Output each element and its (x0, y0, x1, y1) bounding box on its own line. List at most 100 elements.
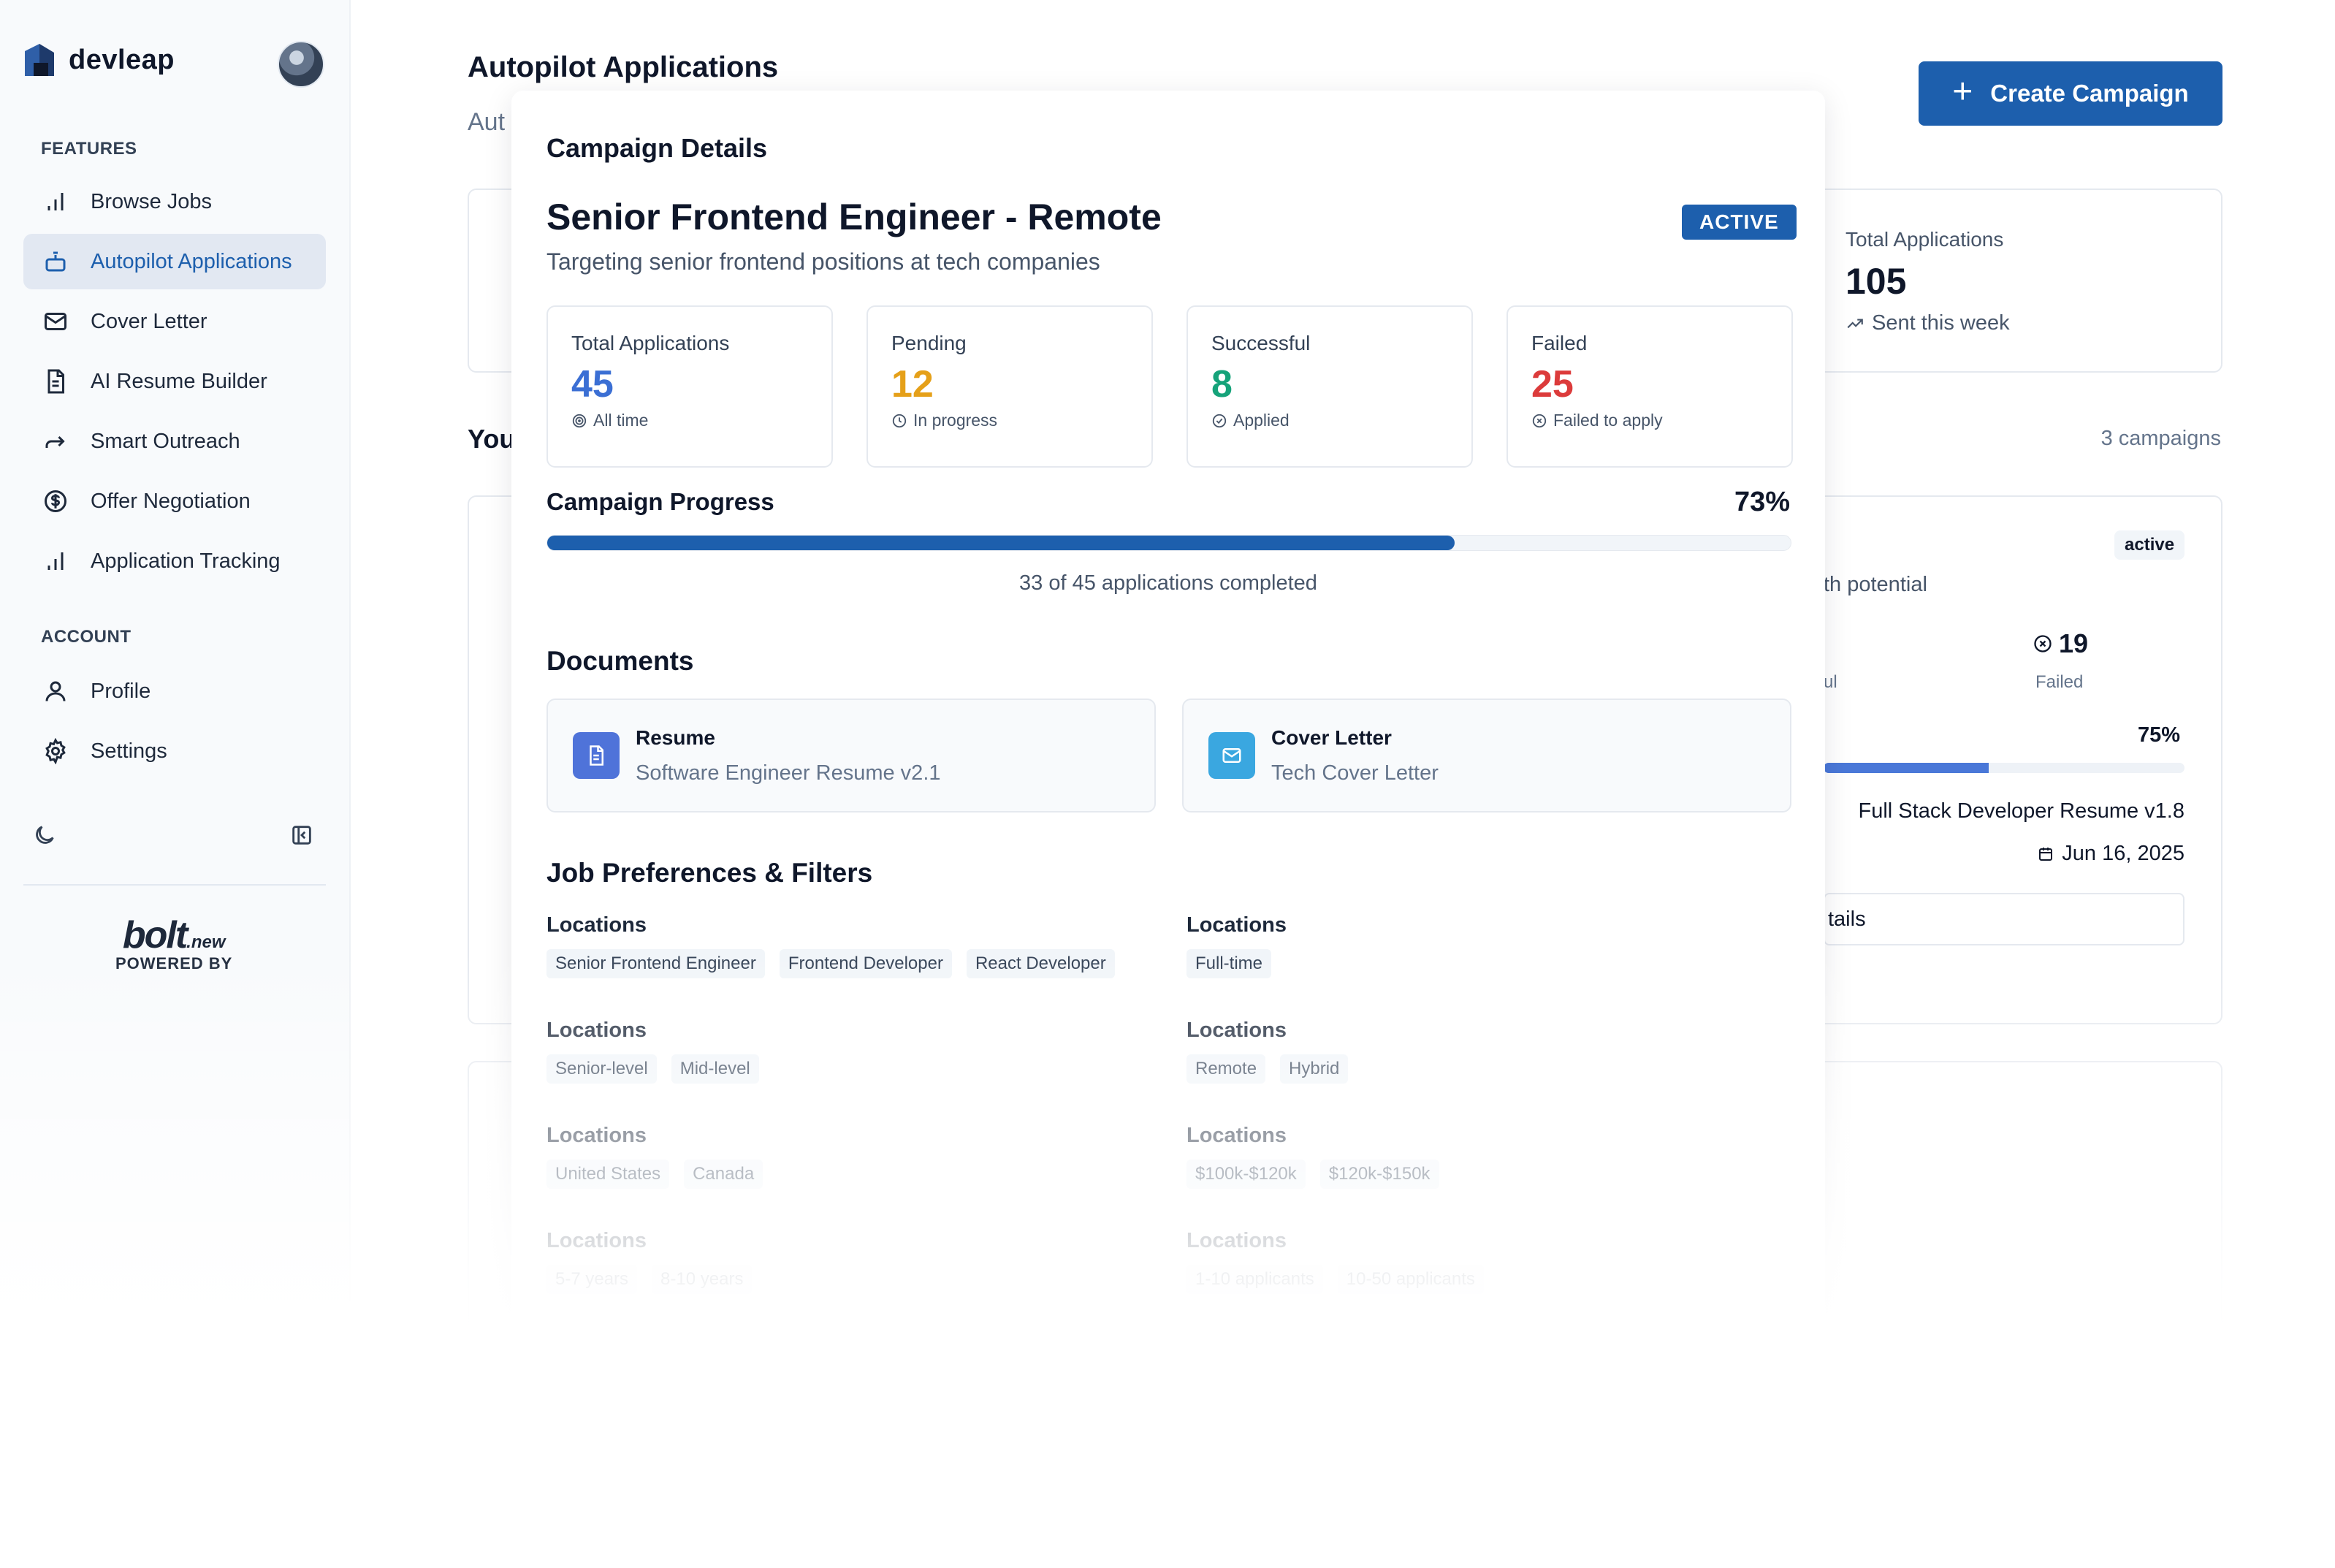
preference-group: Locations United States Canada (546, 1124, 1146, 1189)
sidebar-item-label: Browse Jobs (91, 189, 213, 213)
sidebar-item-smart-outreach[interactable]: Smart Outreach (23, 414, 326, 469)
sidebar-item-profile[interactable]: Profile (23, 663, 326, 719)
bolt-badge[interactable]: bolt.new POWERED BY (115, 913, 232, 973)
page-title: Autopilot Applications (468, 51, 779, 83)
preference-tags: Senior Frontend Engineer Frontend Develop… (546, 949, 1146, 978)
sidebar-item-autopilot-applications[interactable]: Autopilot Applications (23, 234, 326, 289)
successful-label-partial: ul (1824, 672, 1837, 692)
dark-mode-toggle[interactable] (32, 823, 61, 852)
preference-group: Locations 5-7 years 8-10 years (546, 1229, 1146, 1294)
sidebar: devleap FEATURES Browse Jobs Autopilot A… (0, 0, 351, 1301)
clock-icon (892, 414, 907, 427)
view-details-button[interactable]: tails (1824, 893, 2184, 945)
preference-tag: Canada (684, 1160, 763, 1189)
card-resume-name: Full Stack Developer Resume v1.8 (1858, 799, 2184, 823)
sidebar-collapse-icon (292, 826, 311, 845)
preference-tag: $120k-$150k (1319, 1160, 1439, 1189)
document-name: Cover Letter (1271, 726, 1392, 749)
document-file: Tech Cover Letter (1271, 761, 1439, 785)
preference-label: Locations (1186, 1019, 1287, 1042)
preference-group: Locations Senior-level Mid-level (546, 1019, 1146, 1084)
progress-percent: 73% (1734, 487, 1790, 517)
bolt-logo: bolt.new (122, 914, 226, 956)
documents-title: Documents (546, 646, 694, 676)
forward-arrow-icon (41, 427, 70, 456)
preference-label: Locations (546, 1019, 647, 1042)
preference-group: Locations Remote Hybrid (1186, 1019, 1786, 1084)
gear-icon (41, 737, 70, 766)
campaign-status-badge: active (2114, 530, 2185, 560)
timeline-title: Campaign Timeline (546, 1344, 794, 1374)
preference-tag: United States (546, 1160, 670, 1189)
failed-count: 19 (2033, 628, 2088, 659)
sidebar-item-label: Smart Outreach (91, 429, 240, 453)
file-icon (573, 732, 620, 779)
preference-tags: Full-time (1186, 949, 1786, 978)
brand-name: devleap (69, 44, 175, 75)
preference-tags: $100k-$120k $120k-$150k (1186, 1160, 1786, 1189)
document-resume[interactable]: Resume Software Engineer Resume v2.1 (546, 699, 1156, 812)
sidebar-item-ai-resume-builder[interactable]: AI Resume Builder (23, 354, 326, 409)
preference-tag: Hybrid (1280, 1054, 1349, 1084)
preference-tags: Remote Hybrid (1186, 1054, 1786, 1084)
preference-tag: $100k-$120k (1186, 1160, 1306, 1189)
sidebar-item-settings[interactable]: Settings (23, 723, 326, 779)
preference-tag: 1-10 applicants (1186, 1265, 1323, 1294)
sidebar-item-browse-jobs[interactable]: Browse Jobs (23, 174, 326, 229)
powered-by-label: POWERED BY (115, 954, 233, 973)
preference-group: Locations Senior Frontend Engineer Fronten… (546, 913, 1146, 978)
card-progress-fill (1824, 763, 1989, 773)
mail-icon (1208, 732, 1255, 779)
avatar[interactable] (278, 41, 324, 88)
x-circle-icon (2034, 635, 2052, 652)
stat-note: In progress (891, 411, 1128, 430)
campaigns-section-title: You (468, 424, 516, 454)
sidebar-item-label: Application Tracking (91, 549, 281, 573)
preference-tag: 10-50 applicants (1337, 1265, 1484, 1294)
moon-icon (36, 826, 54, 844)
sidebar-item-cover-letter[interactable]: Cover Letter (23, 294, 326, 349)
preference-group: Locations 1-10 applicants 10-50 applicants (1186, 1229, 1786, 1294)
campaign-details-modal: Campaign Details Senior Frontend Enginee… (511, 91, 1825, 1398)
campaign-description: th potential (1824, 573, 1927, 596)
preference-tags: 1-10 applicants 10-50 applicants (1186, 1265, 1786, 1294)
preference-tag: React Developer (966, 949, 1115, 978)
trend-up-icon (1847, 319, 1863, 328)
sidebar-item-label: Offer Negotiation (91, 489, 251, 513)
stat-label: Failed (1531, 332, 1588, 354)
modal-heading: Campaign Details (546, 133, 768, 163)
plus-icon: + (1952, 72, 1973, 111)
brand[interactable]: devleap (23, 41, 175, 79)
sidebar-divider (23, 884, 326, 886)
status-badge: ACTIVE (1682, 205, 1797, 240)
sidebar-item-label: AI Resume Builder (91, 369, 267, 393)
stat-failed: Failed 25 Failed to apply (1506, 305, 1793, 468)
preference-tag: 5-7 years (546, 1265, 638, 1294)
stat-label: Total Applications (571, 332, 730, 354)
weekly-trend: Sent this week (1845, 311, 2010, 335)
stat-note: Applied (1211, 411, 1448, 430)
preference-tag: Senior Frontend Engineer (546, 949, 765, 978)
sidebar-item-application-tracking[interactable]: Application Tracking (23, 533, 326, 589)
page-subtitle: Aut (468, 108, 506, 136)
bar-chart-icon (41, 547, 70, 576)
progress-fill (547, 536, 1455, 550)
preference-label: Locations (1186, 1229, 1287, 1252)
preference-tag: Full-time (1186, 949, 1272, 978)
collapse-sidebar-button[interactable] (289, 823, 319, 852)
features-section-label: FEATURES (41, 139, 137, 159)
create-campaign-button[interactable]: + Create Campaign (1919, 61, 2222, 126)
stat-label: Pending (891, 332, 967, 354)
mail-icon (41, 307, 70, 336)
preference-label: Locations (546, 1124, 647, 1147)
stat-total-applications: Total Applications 45 All time (546, 305, 833, 468)
preference-label: Locations (546, 1229, 647, 1252)
preference-tags: Senior-level Mid-level (546, 1054, 1146, 1084)
preference-label: Locations (1186, 913, 1287, 937)
stat-value: 45 (571, 363, 614, 406)
card-date: Jun 16, 2025 (2037, 842, 2184, 866)
sidebar-item-offer-negotiation[interactable]: Offer Negotiation (23, 473, 326, 529)
document-cover-letter[interactable]: Cover Letter Tech Cover Letter (1182, 699, 1791, 812)
sidebar-item-label: Cover Letter (91, 309, 207, 333)
stat-value: 8 (1211, 363, 1233, 406)
